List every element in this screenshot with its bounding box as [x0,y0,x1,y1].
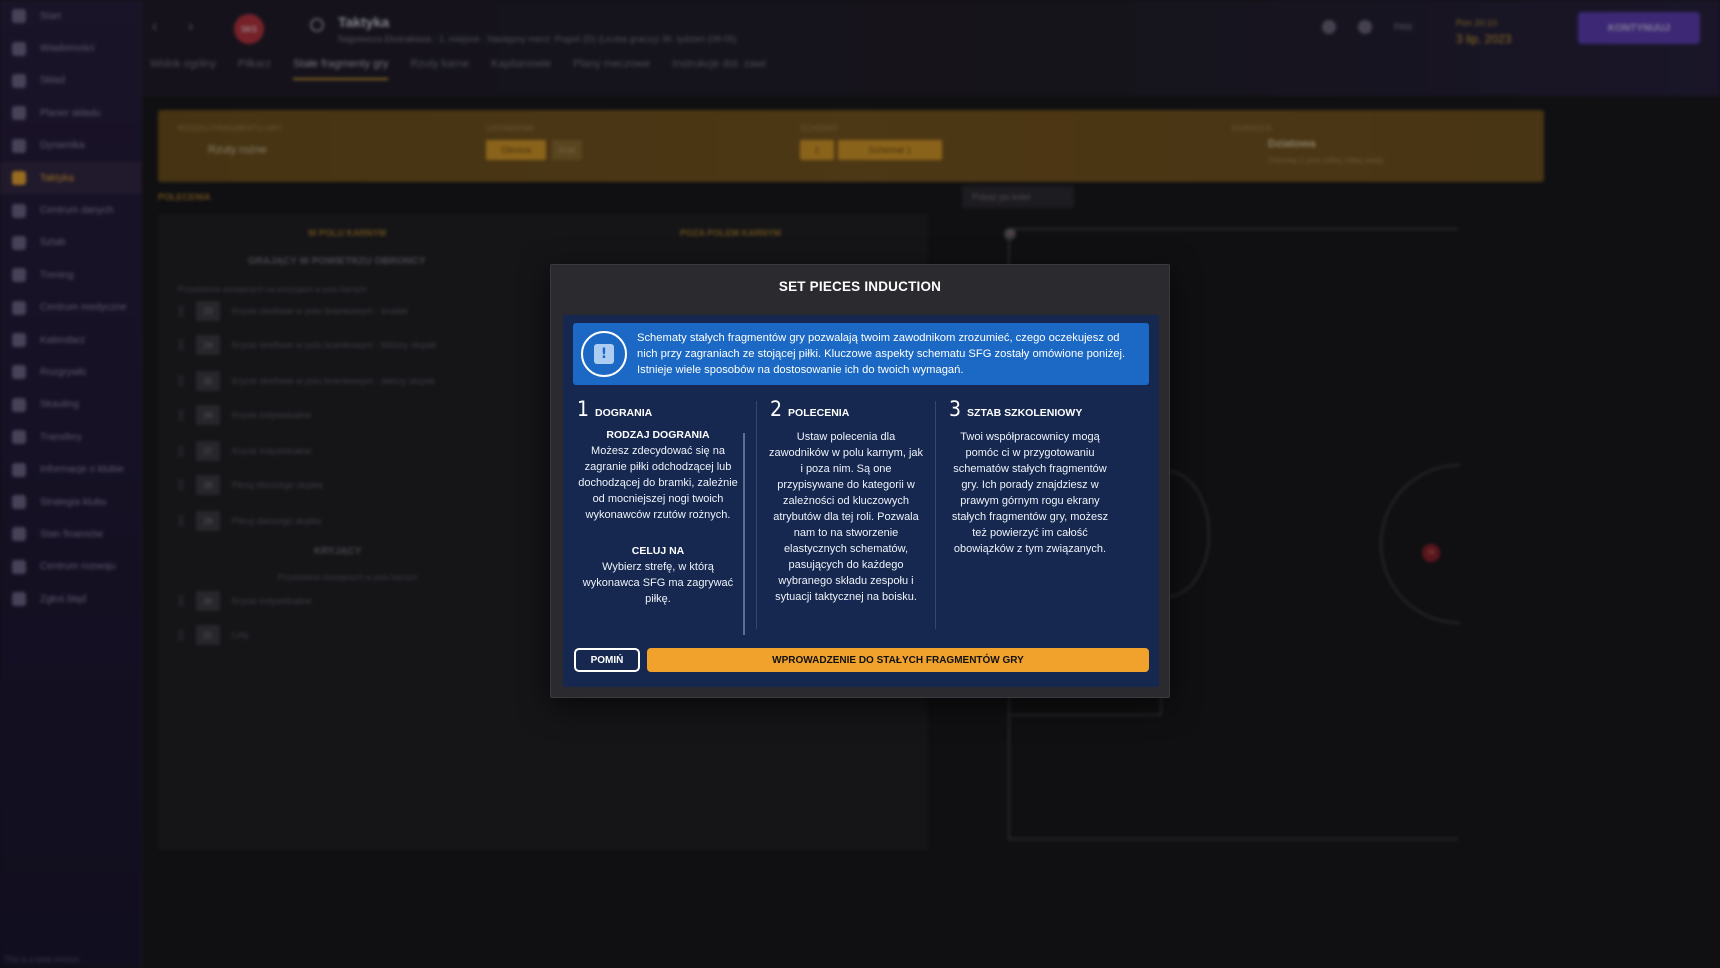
column-number: 3 [949,397,962,421]
column-header: 1 DOGRANIA [577,397,753,421]
column-title: POLECENIA [788,407,850,419]
info-icon: ! [581,331,627,377]
column-header: 2 POLECENIA [770,397,936,421]
column-crosses: 1 DOGRANIA RODZAJ DOGRANIA Możesz zdecyd… [563,397,753,629]
column-number: 1 [577,397,590,421]
info-glyph: ! [594,344,614,364]
skip-button[interactable]: POMIŃ [574,648,640,672]
section-text-target: Wybierz strefę, w którą wykonawca SFG ma… [582,561,734,605]
column-number: 2 [770,397,783,421]
column-coaching-staff: 3 SZTAB SZKOLENIOWY Twoi współpracownicy… [935,397,1125,629]
set-pieces-induction-dialog: SET PIECES INDUCTION ! Schematy stałych … [550,264,1170,698]
section-text-instructions: Ustaw polecenia dla zawodników w polu ka… [768,431,924,603]
column-scrollbar[interactable] [743,433,745,635]
column-instructions: 2 POLECENIA Ustaw polecenia dla zawodnik… [756,397,936,629]
info-banner: ! Schematy stałych fragmentów gry pozwal… [573,323,1149,385]
column-header: 3 SZTAB SZKOLENIOWY [949,397,1125,421]
column-title: DOGRANIA [595,407,653,419]
dialog-body: ! Schematy stałych fragmentów gry pozwal… [563,315,1159,687]
section-subtitle-target: CELUJ NA [631,545,685,557]
section-subtitle-delivery-type: RODZAJ DOGRANIA [606,429,710,441]
column-title: SZTAB SZKOLENIOWY [967,407,1083,419]
section-text-delivery-type: Możesz zdecydować się na zagranie piłki … [578,445,738,521]
section-text-coaching-staff: Twoi współpracownicy mogą pomóc ci w prz… [951,431,1109,555]
set-pieces-intro-button[interactable]: WPROWADZENIE DO STAŁYCH FRAGMENTÓW GRY [647,648,1149,672]
info-text: Schematy stałych fragmentów gry pozwalaj… [637,332,1126,376]
dialog-title: SET PIECES INDUCTION [778,279,942,294]
